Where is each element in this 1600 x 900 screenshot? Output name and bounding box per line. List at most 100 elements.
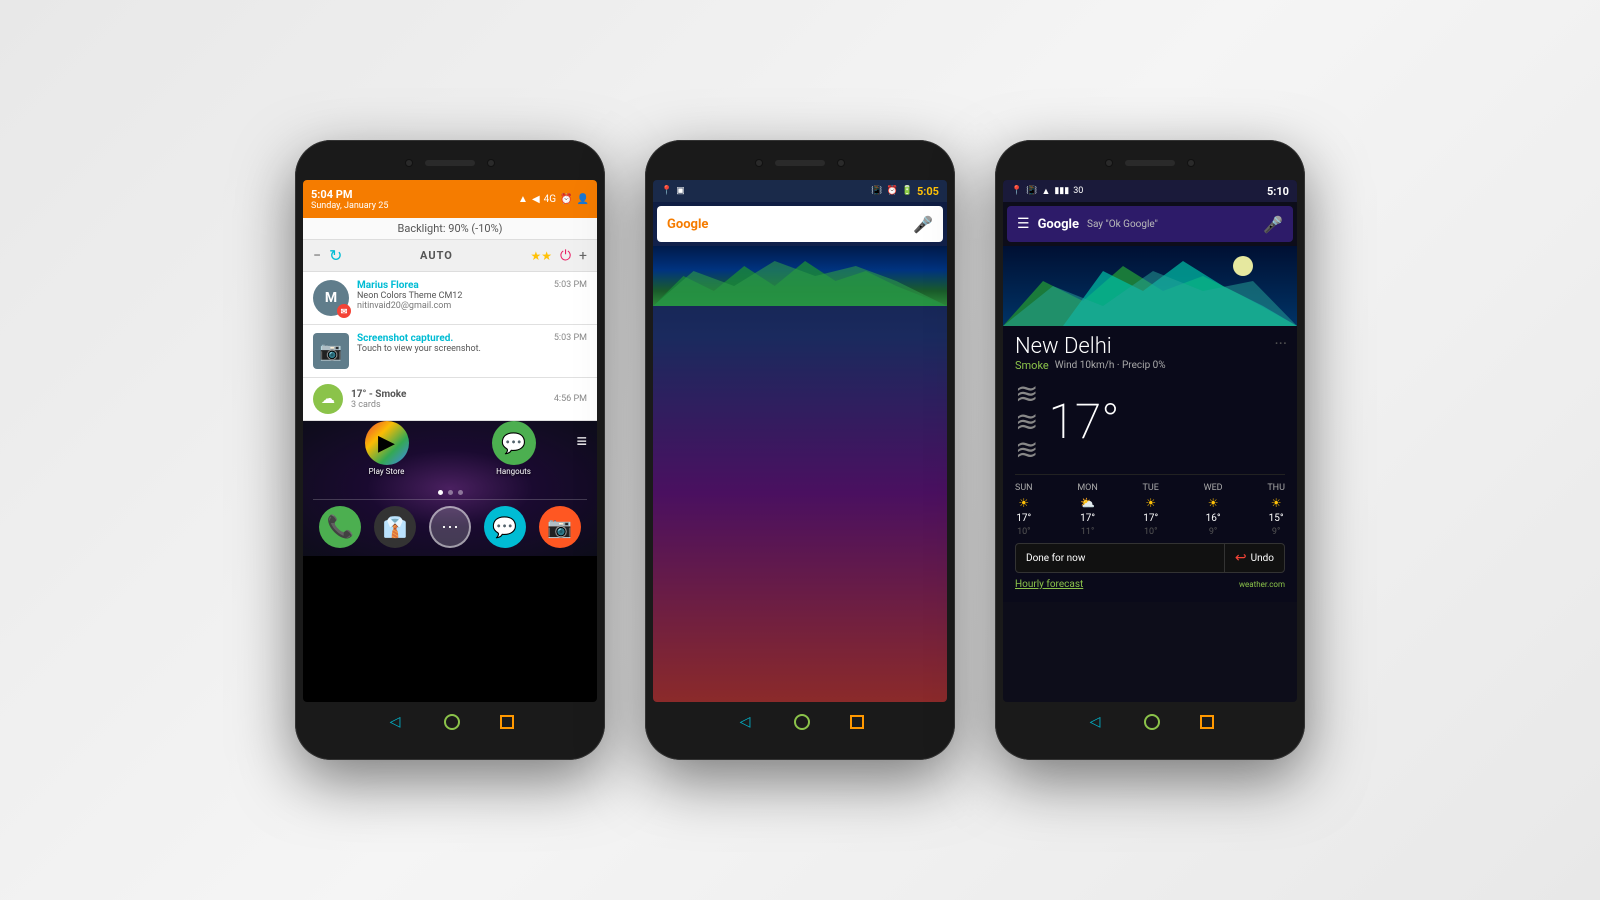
status-time: 5:04 PM bbox=[311, 188, 388, 201]
more-options-icon[interactable]: ··· bbox=[1274, 334, 1287, 353]
status-icons-2-left: 📍 ▣ bbox=[661, 186, 685, 196]
undo-button[interactable]: ↩ Undo bbox=[1225, 550, 1284, 566]
forecast-thu: THU ☀ 15° 9° bbox=[1267, 483, 1285, 537]
screen-icon: ▣ bbox=[676, 186, 685, 196]
done-for-now-bar: Done for now ↩ Undo bbox=[1015, 543, 1285, 573]
forecast-day-name-thu: THU bbox=[1267, 483, 1285, 493]
forecast-icon-tue: ☀ bbox=[1145, 496, 1156, 510]
location-icon: 📍 bbox=[661, 186, 672, 196]
notification-panel: Backlight: 90% (-10%) − ↻ AUTO ★★ ⏻ + M … bbox=[303, 218, 597, 421]
speaker-grille bbox=[425, 160, 475, 166]
phone-3: 📍 📳 ▲ ▮▮▮ 30 5:10 ☰ Google Say "Ok Googl… bbox=[995, 140, 1305, 760]
forecast-day-name-mon: MON bbox=[1077, 483, 1097, 493]
page-dots bbox=[303, 490, 597, 495]
mic-icon-3[interactable]: 🎤 bbox=[1263, 215, 1283, 234]
phone-1-top-bar bbox=[303, 152, 597, 174]
undo-text: Undo bbox=[1251, 553, 1274, 564]
hourly-row: Hourly forecast weather.com bbox=[1015, 579, 1285, 594]
dock-apps[interactable]: ⋯ bbox=[429, 506, 471, 548]
forecast-low-mon: 11° bbox=[1081, 527, 1094, 537]
weather-notif-cards: 3 cards bbox=[351, 400, 546, 410]
nav-home-button[interactable] bbox=[444, 714, 460, 730]
screenshot-icon: 📷 bbox=[313, 333, 349, 369]
app-play-store[interactable]: ▶ Play Store bbox=[365, 421, 409, 476]
nav-home-button-3[interactable] bbox=[1144, 714, 1160, 730]
brightness-controls: − ↻ AUTO ★★ ⏻ + bbox=[303, 240, 597, 272]
phone-1-screen: 5:04 PM Sunday, January 25 ▲ ◀ 4G ⏰ 👤 Ba… bbox=[303, 180, 597, 702]
marius-avatar: M ✉ bbox=[313, 280, 349, 316]
location-icon-3: 📍 bbox=[1011, 186, 1022, 196]
weather-waves-icon: ≋≋≋ bbox=[1015, 380, 1038, 464]
notification-marius[interactable]: M ✉ Marius Florea Neon Colors Theme CM12… bbox=[303, 272, 597, 325]
nav-recent-button-2[interactable] bbox=[850, 715, 864, 729]
mic-icon[interactable]: 🎤 bbox=[913, 215, 933, 234]
notif-screenshot-sub: Touch to view your screenshot. bbox=[357, 344, 546, 354]
phone-2-top-bar bbox=[653, 152, 947, 174]
wifi-icon-3: ▲ bbox=[1041, 186, 1050, 197]
forecast-high-mon: 17° bbox=[1080, 513, 1095, 524]
refresh-icon: ↻ bbox=[329, 246, 342, 265]
nav-recent-button-3[interactable] bbox=[1200, 715, 1214, 729]
phone-2-screen: 📍 ▣ 📳 ⏰ 🔋 5:05 Google 🎤 ⚙ Settings bbox=[653, 180, 947, 702]
forecast-day-name-tue: TUE bbox=[1143, 483, 1159, 493]
play-store-icon: ▶ bbox=[365, 421, 409, 465]
front-camera bbox=[405, 159, 413, 167]
google-logo-3: Google bbox=[1038, 217, 1079, 232]
dock-chat[interactable]: 💬 bbox=[484, 506, 526, 548]
notification-screenshot[interactable]: 📷 Screenshot captured. Touch to view you… bbox=[303, 325, 597, 378]
google-search-bar[interactable]: Google 🎤 bbox=[657, 206, 943, 242]
vibrate-icon-3: 📳 bbox=[1026, 186, 1037, 196]
hangouts-icon: 💬 bbox=[492, 421, 536, 465]
notification-weather[interactable]: ☁ 17° - Smoke 3 cards 4:56 PM bbox=[303, 378, 597, 421]
data-icon-3: 30 bbox=[1073, 186, 1083, 196]
forecast-low-tue: 10° bbox=[1144, 527, 1157, 537]
dock-phone[interactable]: 📞 bbox=[319, 506, 361, 548]
weather-condition: Smoke bbox=[1015, 359, 1049, 372]
nav-recent-button[interactable] bbox=[500, 715, 514, 729]
weather-widget: ··· New Delhi Smoke Wind 10km/h · Precip… bbox=[1003, 326, 1297, 602]
vibrate-icon-2: 📳 bbox=[871, 186, 882, 196]
status-time-3: 5:10 bbox=[1267, 185, 1289, 198]
nav-back-button[interactable]: ◁ bbox=[386, 713, 404, 731]
hourly-forecast-link[interactable]: Hourly forecast bbox=[1015, 579, 1083, 590]
nav-back-button-3[interactable]: ◁ bbox=[1086, 713, 1104, 731]
phone-2-nav-bar: ◁ bbox=[736, 708, 864, 736]
weather-notif-text: 17° - Smoke bbox=[351, 389, 546, 400]
hamburger-menu-icon[interactable]: ☰ bbox=[1017, 216, 1030, 232]
dot-1 bbox=[438, 490, 443, 495]
power-icon: ⏻ bbox=[560, 248, 571, 264]
notif-marius-content: Marius Florea Neon Colors Theme CM12 nit… bbox=[357, 280, 546, 311]
notif-marius-sub: Neon Colors Theme CM12 bbox=[357, 291, 546, 301]
hamburger-icon: ≡ bbox=[576, 431, 587, 452]
city-name: New Delhi bbox=[1015, 334, 1285, 359]
notif-screenshot-time: 5:03 PM bbox=[554, 333, 587, 343]
speaker-grille-2 bbox=[775, 160, 825, 166]
weather-main-row: ≋≋≋ 17° bbox=[1015, 380, 1285, 464]
signal-icon: ▲ bbox=[518, 194, 528, 205]
wifi-icon: ◀ bbox=[532, 194, 540, 205]
weather-notif-time: 4:56 PM bbox=[554, 394, 587, 404]
forecast-high-tue: 17° bbox=[1143, 513, 1158, 524]
speaker-grille-3 bbox=[1125, 160, 1175, 166]
forecast-icon-wed: ☀ bbox=[1208, 496, 1219, 510]
dock-tie[interactable]: 👔 bbox=[374, 506, 416, 548]
nav-back-button-2[interactable]: ◁ bbox=[736, 713, 754, 731]
google-bar-3[interactable]: ☰ Google Say "Ok Google" 🎤 bbox=[1007, 206, 1293, 242]
notification-badge: ✉ bbox=[337, 304, 351, 318]
home-screen: ≡ ▶ Play Store 💬 Hangouts 📞 bbox=[303, 421, 597, 556]
brightness-auto-label: AUTO bbox=[350, 249, 522, 262]
app-hangouts[interactable]: 💬 Hangouts bbox=[492, 421, 536, 476]
front-sensor-2 bbox=[837, 159, 845, 167]
phone-1-nav-bar: ◁ bbox=[386, 708, 514, 736]
dock-camera[interactable]: 📷 bbox=[539, 506, 581, 548]
status-bar-3: 📍 📳 ▲ ▮▮▮ 30 5:10 bbox=[1003, 180, 1297, 202]
dock-row: 📞 👔 ⋯ 💬 📷 bbox=[303, 506, 597, 548]
forecast-high-sun: 17° bbox=[1016, 513, 1031, 524]
signal-icon-3: ▮▮▮ bbox=[1054, 186, 1069, 196]
alarm-icon-2: ⏰ bbox=[887, 186, 898, 196]
brightness-minus[interactable]: − bbox=[313, 248, 321, 264]
front-camera-3 bbox=[1105, 159, 1113, 167]
status-bar-2: 📍 ▣ 📳 ⏰ 🔋 5:05 bbox=[653, 180, 947, 202]
brightness-plus[interactable]: + bbox=[579, 248, 587, 264]
nav-home-button-2[interactable] bbox=[794, 714, 810, 730]
